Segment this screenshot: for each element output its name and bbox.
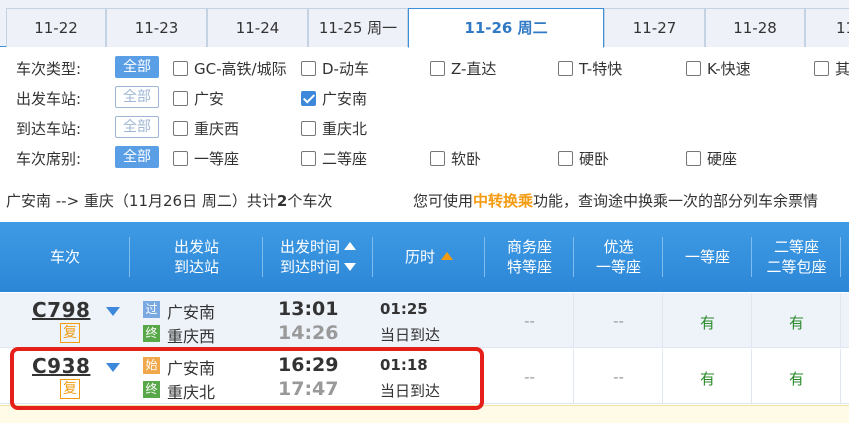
route-summary: 广安南 --> 重庆（11月26日 周二）共计2个车次 <box>6 192 333 210</box>
filter-option[interactable]: 广安南 <box>301 88 367 108</box>
col-stations: 出发站 到达站 <box>130 222 263 292</box>
pass-station-icon: 过 <box>143 301 160 318</box>
checkbox[interactable] <box>430 151 445 166</box>
tab-date[interactable]: 11-25 周一 <box>308 8 408 47</box>
highlight-box <box>10 347 484 410</box>
all-button[interactable]: 全部 <box>115 116 159 138</box>
transfer-link[interactable]: 中转换乘 <box>473 192 533 210</box>
checkbox[interactable] <box>686 61 701 76</box>
tab-date[interactable]: 11-22 <box>6 8 106 47</box>
filter-option[interactable]: T-特快 <box>558 58 622 78</box>
checkbox-checked[interactable] <box>301 91 316 106</box>
expand-arrow-icon[interactable] <box>106 307 120 316</box>
filter-option[interactable]: 广安 <box>173 88 224 108</box>
transfer-tip: 您可使用中转换乘功能，查询途中换乘一次的部分列车余票情 <box>413 192 819 210</box>
filter-option[interactable]: 硬座 <box>686 148 737 168</box>
checkbox[interactable] <box>301 151 316 166</box>
filter-row-seat-class: 车次席别: 全部 一等座 二等座 软卧 硬卧 硬座 <box>0 142 849 172</box>
duration: 01:25 <box>380 300 428 318</box>
fuxing-badge: 复 <box>60 323 80 343</box>
filter-option[interactable]: Z-直达 <box>430 58 496 78</box>
filter-option[interactable]: 二等座 <box>301 148 367 168</box>
checkbox[interactable] <box>173 121 188 136</box>
seat-business: -- <box>524 368 535 386</box>
checkbox[interactable] <box>173 61 188 76</box>
filter-label: 出发车站: <box>16 90 82 108</box>
filter-row-train-type: 车次类型: 全部 GC-高铁/城际 D-动车 Z-直达 T-特快 K-快速 其 <box>0 52 849 82</box>
from-station: 广安南 <box>167 303 216 322</box>
filter-option[interactable]: 重庆北 <box>301 118 367 138</box>
filter-option[interactable]: K-快速 <box>686 58 751 78</box>
sort-down-icon[interactable] <box>344 263 356 271</box>
date-tabs: 11-22 11-23 11-24 11-25 周一 11-26 周二 11-2… <box>0 0 849 48</box>
arrive-time: 14:26 <box>278 322 339 344</box>
checkbox[interactable] <box>686 151 701 166</box>
to-station: 重庆西 <box>167 327 216 346</box>
col-business: 商务座 特等座 <box>485 222 574 292</box>
filter-label: 车次席别: <box>16 150 82 168</box>
filter-panel: 车次类型: 全部 GC-高铁/城际 D-动车 Z-直达 T-特快 K-快速 其 … <box>0 48 849 178</box>
filter-label: 车次类型: <box>16 60 82 78</box>
filter-option[interactable]: GC-高铁/城际 <box>173 58 287 78</box>
sort-up-icon[interactable] <box>441 252 453 260</box>
all-button[interactable]: 全部 <box>115 56 159 78</box>
train-count: 2 <box>276 192 288 210</box>
table-header: 车次 出发站 到达站 出发时间 到达时间 历时 商务座 特等座 优选 一等座 一等座 … <box>0 222 849 292</box>
filter-label: 到达车站: <box>16 120 82 138</box>
filter-option[interactable]: 硬卧 <box>558 148 609 168</box>
checkbox[interactable] <box>558 61 573 76</box>
filter-option[interactable]: 重庆西 <box>173 118 239 138</box>
train-number-link[interactable]: C798 <box>32 298 90 322</box>
seat-first[interactable]: 有 <box>663 312 752 333</box>
checkbox[interactable] <box>814 61 829 76</box>
col-train: 车次 <box>0 222 130 292</box>
filter-option[interactable]: 软卧 <box>430 148 481 168</box>
col-time[interactable]: 出发时间 到达时间 <box>263 222 373 292</box>
filter-option[interactable]: D-动车 <box>301 58 369 78</box>
col-premium-first: 优选 一等座 <box>574 222 663 292</box>
checkbox[interactable] <box>301 61 316 76</box>
arrive-day: 当日到达 <box>380 326 441 344</box>
checkbox[interactable] <box>173 151 188 166</box>
filter-row-departure: 出发车站: 全部 广安 广安南 <box>0 82 849 112</box>
tab-date[interactable]: 11-27 <box>604 8 705 47</box>
filter-row-arrival: 到达车站: 全部 重庆西 重庆北 <box>0 112 849 142</box>
seat-premium: -- <box>613 312 624 330</box>
checkbox[interactable] <box>173 91 188 106</box>
col-duration[interactable]: 历时 <box>373 222 485 292</box>
tab-date-active[interactable]: 11-26 周二 <box>408 8 604 48</box>
all-button[interactable]: 全部 <box>115 86 159 108</box>
tab-date[interactable]: 11-23 <box>106 8 207 47</box>
tab-date[interactable]: 11-24 <box>207 8 308 47</box>
checkbox[interactable] <box>430 61 445 76</box>
filter-option[interactable]: 其 <box>814 58 849 78</box>
tab-date[interactable]: 11-28 <box>705 8 805 47</box>
checkbox[interactable] <box>301 121 316 136</box>
filter-option[interactable]: 一等座 <box>173 148 239 168</box>
table-row: C798 复 过 广安南 终 重庆西 13:01 14:26 01:25 当日到… <box>0 293 849 348</box>
seat-business: -- <box>524 312 535 330</box>
depart-time: 13:01 <box>278 298 339 320</box>
seat-second[interactable]: 有 <box>752 312 841 333</box>
seat-premium: -- <box>613 368 624 386</box>
col-second: 二等座 二等包座 <box>752 222 841 292</box>
seat-second[interactable]: 有 <box>752 368 841 389</box>
end-station-icon: 终 <box>143 325 160 342</box>
checkbox[interactable] <box>558 151 573 166</box>
all-button[interactable]: 全部 <box>115 146 159 168</box>
col-first: 一等座 <box>663 222 752 292</box>
result-summary: 广安南 --> 重庆（11月26日 周二）共计2个车次 您可使用中转换乘功能，查… <box>0 180 849 220</box>
seat-first[interactable]: 有 <box>663 368 752 389</box>
tab-date[interactable]: 11 <box>805 8 849 47</box>
sort-up-icon[interactable] <box>344 242 356 250</box>
